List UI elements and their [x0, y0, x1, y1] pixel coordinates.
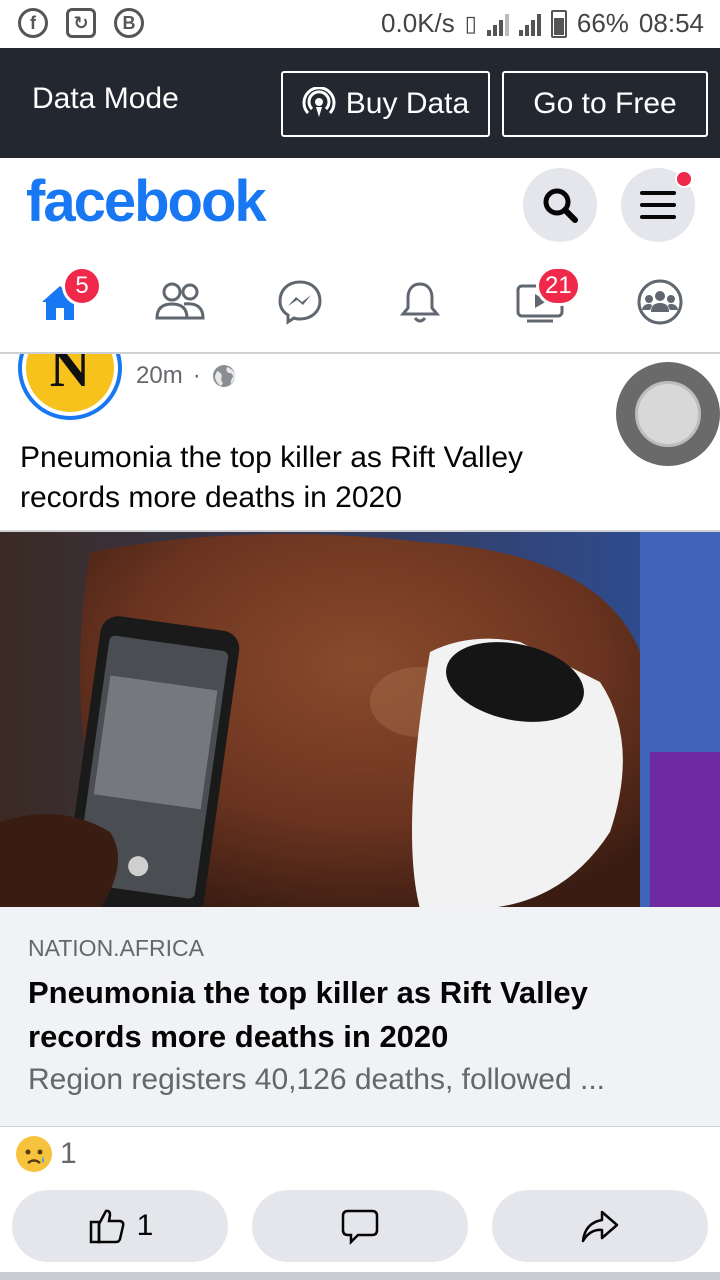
sync-icon: ↻: [66, 8, 96, 38]
signal-icon-2: [518, 12, 541, 36]
avatar[interactable]: N: [18, 354, 122, 420]
link-title: Pneumonia the top killer as Rift Valley …: [28, 975, 588, 1054]
nav-tabs: 5 21: [0, 256, 720, 354]
watch-badge: 21: [536, 266, 581, 306]
bell-icon: [399, 282, 441, 323]
battery-icon: [550, 9, 567, 38]
floating-assistive-button[interactable]: [616, 362, 720, 466]
battery-level: 66%: [576, 8, 629, 38]
groups-icon: [637, 279, 683, 325]
tab-notifications[interactable]: [390, 272, 450, 332]
search-button[interactable]: [523, 168, 597, 242]
post-time[interactable]: 20m: [136, 362, 183, 390]
buy-data-label: Buy Data: [345, 87, 470, 120]
link-domain: NATION.AFRICA: [28, 935, 204, 961]
share-icon: [581, 1210, 619, 1243]
tab-groups[interactable]: [630, 272, 690, 332]
vibrate-icon: ▯: [464, 10, 477, 36]
link-preview[interactable]: NATION.AFRICA Pneumonia the top killer a…: [0, 907, 720, 1127]
share-button[interactable]: [492, 1190, 708, 1262]
comment-button[interactable]: [252, 1190, 468, 1262]
post-text: Pneumonia the top killer as Rift Valley …: [20, 441, 524, 514]
tab-watch[interactable]: 21: [510, 266, 581, 332]
sad-reaction-icon: [16, 1136, 52, 1172]
like-count: 1: [136, 1209, 154, 1242]
data-mode-label: Data Mode: [32, 82, 179, 115]
comment-icon: [341, 1209, 379, 1246]
signal-icon-1: [486, 12, 509, 36]
dot-separator: ·: [192, 362, 201, 389]
facebook-notification-icon: f: [18, 8, 48, 38]
status-left-icons: f ↻ B: [18, 8, 144, 38]
tab-home[interactable]: 5: [30, 266, 102, 332]
bottom-divider: [0, 1272, 720, 1280]
clock: 08:54: [638, 8, 704, 38]
data-mode-bar: Data Mode Buy Data Go to Free: [0, 48, 720, 158]
reaction-summary[interactable]: 1: [16, 1136, 77, 1172]
buy-data-button[interactable]: Buy Data: [281, 71, 490, 137]
messenger-icon: [278, 280, 322, 325]
menu-notification-dot: [675, 170, 693, 188]
network-speed: 0.0K/s: [381, 8, 455, 38]
app-header: facebook: [0, 158, 720, 256]
hamburger-icon: [640, 191, 676, 219]
go-to-free-label: Go to Free: [533, 87, 677, 120]
go-to-free-button[interactable]: Go to Free: [502, 71, 708, 137]
friends-icon: [155, 282, 205, 320]
globe-icon: [212, 365, 235, 387]
post-header: N 20m · Pneumonia the top killer as Rift…: [0, 354, 720, 530]
search-icon: [543, 188, 578, 223]
status-right: 0.0K/s ▯ 66% 08:54: [381, 8, 704, 39]
ultrasound-photo: [0, 532, 720, 907]
avatar-letter: N: [26, 354, 114, 412]
post-meta: 20m ·: [136, 362, 237, 390]
link-description: Region registers 40,126 deaths, followed…: [28, 1063, 606, 1096]
tab-friends[interactable]: [150, 272, 210, 332]
post-image[interactable]: [0, 530, 720, 907]
bitcoin-icon: B: [114, 8, 144, 38]
like-icon: [89, 1209, 125, 1244]
like-button[interactable]: 1: [12, 1190, 228, 1262]
facebook-logo[interactable]: facebook: [26, 168, 267, 235]
broadcast-icon: [302, 87, 336, 117]
tab-messenger[interactable]: [270, 272, 330, 332]
status-bar: f ↻ B 0.0K/s ▯ 66% 08:54: [0, 0, 720, 48]
reaction-count: 1: [60, 1137, 77, 1170]
home-badge: 5: [62, 266, 102, 306]
menu-button[interactable]: [621, 168, 695, 242]
